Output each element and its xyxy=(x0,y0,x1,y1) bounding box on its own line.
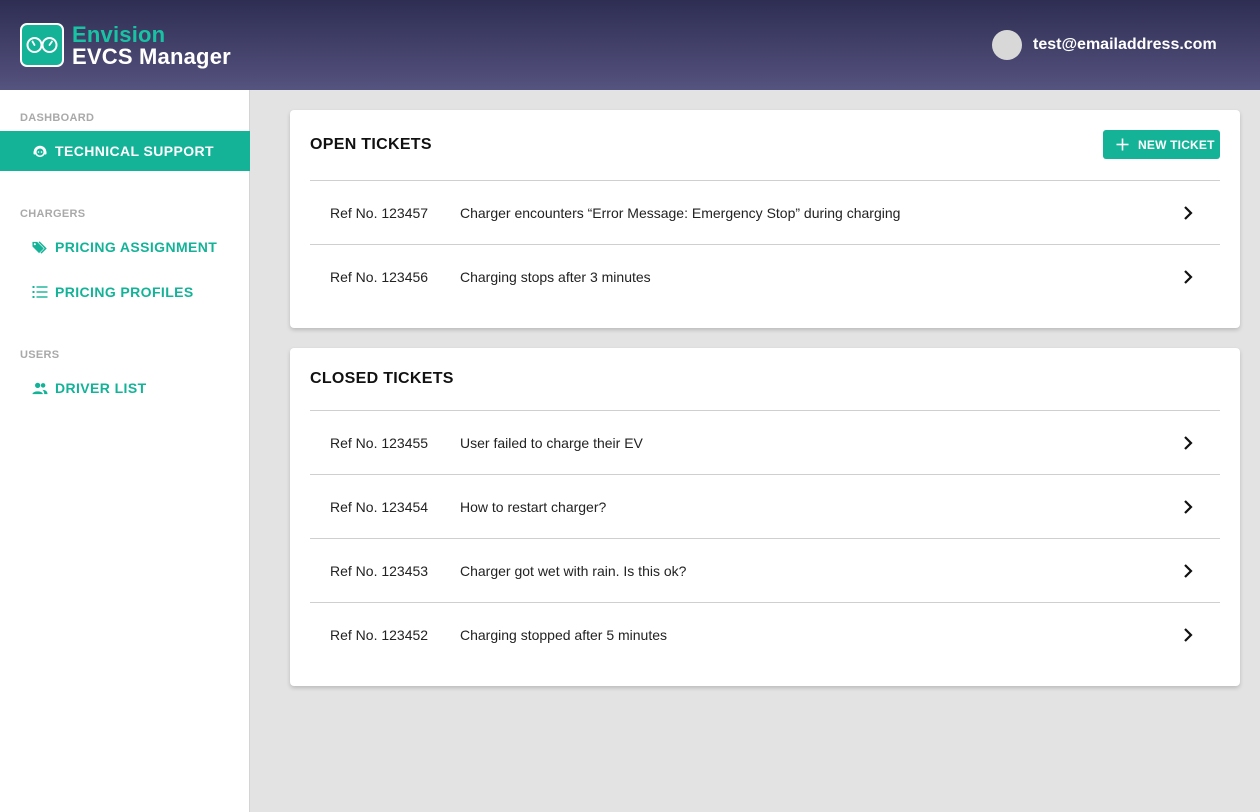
top-bar: Envision EVCS Manager test@emailaddress.… xyxy=(0,0,1260,90)
ticket-description: User failed to charge their EV xyxy=(460,434,643,451)
ticket-ref: Ref No. 123454 xyxy=(330,498,429,515)
ticket-description: Charger encounters “Error Message: Emerg… xyxy=(460,204,901,221)
list-icon xyxy=(32,284,48,300)
sidebar-section-chargers: CHARGERS xyxy=(20,208,86,220)
closed-tickets-list: Ref No. 123455 User failed to charge the… xyxy=(310,410,1220,666)
sidebar-section-users: USERS xyxy=(20,349,60,361)
table-row[interactable]: Ref No. 123456 Charging stops after 3 mi… xyxy=(310,244,1220,308)
user-email[interactable]: test@emailaddress.com xyxy=(1033,35,1217,55)
open-tickets-card: OPEN TICKETS NEW TICKET Ref No. 123457 C… xyxy=(290,110,1240,328)
ticket-description: Charging stops after 3 minutes xyxy=(460,268,651,285)
avatar[interactable] xyxy=(992,30,1022,60)
closed-tickets-card: CLOSED TICKETS Ref No. 123455 User faile… xyxy=(290,348,1240,686)
table-row[interactable]: Ref No. 123455 User failed to charge the… xyxy=(310,410,1220,474)
tags-icon xyxy=(32,239,48,255)
chevron-right-icon xyxy=(1184,564,1193,578)
sidebar-item-label: PRICING PROFILES xyxy=(55,284,194,300)
people-icon xyxy=(32,380,48,396)
table-row[interactable]: Ref No. 123453 Charger got wet with rain… xyxy=(310,538,1220,602)
ticket-description: How to restart charger? xyxy=(460,498,607,515)
sidebar-item-pricing-profiles[interactable]: PRICING PROFILES xyxy=(0,272,250,312)
sidebar-item-technical-support[interactable]: TECHNICAL SUPPORT xyxy=(0,131,250,171)
new-ticket-button[interactable]: NEW TICKET xyxy=(1103,130,1220,159)
closed-tickets-title: CLOSED TICKETS xyxy=(310,370,454,387)
ticket-ref: Ref No. 123453 xyxy=(330,562,429,579)
table-row[interactable]: Ref No. 123457 Charger encounters “Error… xyxy=(310,180,1220,244)
app-logo[interactable] xyxy=(20,23,64,67)
ticket-ref: Ref No. 123457 xyxy=(330,204,429,221)
table-row[interactable]: Ref No. 123454 How to restart charger? xyxy=(310,474,1220,538)
sidebar: DASHBOARD TECHNICAL SUPPORT CHARGERS PRI… xyxy=(0,90,250,812)
chevron-right-icon xyxy=(1184,270,1193,284)
ticket-ref: Ref No. 123456 xyxy=(330,268,429,285)
chevron-right-icon xyxy=(1184,436,1193,450)
sidebar-item-label: DRIVER LIST xyxy=(55,380,147,396)
open-tickets-title: OPEN TICKETS xyxy=(310,136,432,153)
gauge-icon xyxy=(26,37,58,53)
ticket-description: Charging stopped after 5 minutes xyxy=(460,626,668,643)
brand-subtitle: EVCS Manager xyxy=(72,44,231,69)
support-agent-icon xyxy=(32,143,48,159)
chevron-right-icon xyxy=(1184,628,1193,642)
sidebar-item-label: PRICING ASSIGNMENT xyxy=(55,239,218,255)
new-ticket-label: NEW TICKET xyxy=(1138,137,1215,152)
sidebar-item-driver-list[interactable]: DRIVER LIST xyxy=(0,368,250,408)
chevron-right-icon xyxy=(1184,500,1193,514)
chevron-right-icon xyxy=(1184,206,1193,220)
ticket-ref: Ref No. 123455 xyxy=(330,434,429,451)
sidebar-section-dashboard: DASHBOARD xyxy=(20,112,95,124)
sidebar-item-label: TECHNICAL SUPPORT xyxy=(55,143,214,159)
ticket-ref: Ref No. 123452 xyxy=(330,626,429,643)
open-tickets-list: Ref No. 123457 Charger encounters “Error… xyxy=(310,180,1220,308)
plus-icon xyxy=(1116,138,1129,151)
ticket-description: Charger got wet with rain. Is this ok? xyxy=(460,562,687,579)
table-row[interactable]: Ref No. 123452 Charging stopped after 5 … xyxy=(310,602,1220,666)
sidebar-item-pricing-assignment[interactable]: PRICING ASSIGNMENT xyxy=(0,227,250,267)
